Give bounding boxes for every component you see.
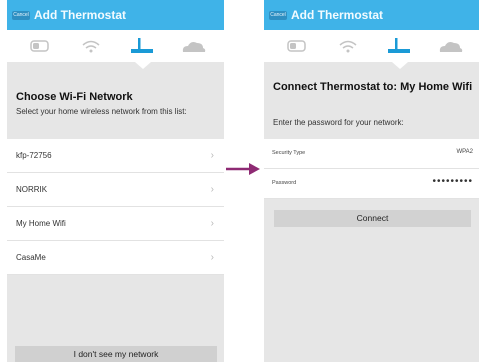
security-type-value: WPA2 xyxy=(456,149,473,155)
wifi-credentials-form: Security Type WPA2 Password ••••••••• xyxy=(264,139,479,199)
wifi-icon xyxy=(333,37,363,55)
thermostat-icon xyxy=(282,37,312,55)
app-header: Cancel Add Thermostat xyxy=(7,0,224,30)
network-item[interactable]: My Home Wifi › xyxy=(7,207,224,241)
network-name: kfp-72756 xyxy=(16,151,52,160)
section-title: Connect Thermostat to: My Home Wifi xyxy=(273,81,473,93)
chevron-right-icon: › xyxy=(210,150,214,161)
wifi-icon xyxy=(76,37,106,55)
page-title: Add Thermostat xyxy=(291,8,384,22)
security-type-row[interactable]: Security Type WPA2 xyxy=(264,139,479,169)
network-name: My Home Wifi xyxy=(16,219,66,228)
arrow-right-icon xyxy=(226,163,260,175)
network-list: kfp-72756 › NORRIK › My Home Wifi › Casa… xyxy=(7,139,224,275)
network-item[interactable]: CasaMe › xyxy=(7,241,224,275)
section-title: Choose Wi-Fi Network xyxy=(16,91,133,103)
router-icon xyxy=(384,37,414,55)
cancel-button[interactable]: Cancel xyxy=(12,11,30,20)
page-title: Add Thermostat xyxy=(34,8,127,22)
cloud-icon xyxy=(435,37,465,55)
section-instructions: Select your home wireless network from t… xyxy=(16,107,187,116)
wifi-network-screen: Cancel Add Thermostat Choose Wi-Fi Netwo… xyxy=(7,0,224,362)
setup-step-bar xyxy=(7,30,224,62)
network-name: CasaMe xyxy=(16,253,46,262)
router-icon xyxy=(127,37,157,55)
setup-step-bar xyxy=(264,30,479,62)
section-instructions: Enter the password for your network: xyxy=(273,118,404,127)
cloud-icon xyxy=(178,37,208,55)
chevron-right-icon: › xyxy=(210,252,214,263)
active-step-pointer xyxy=(135,62,151,69)
password-label: Password xyxy=(272,180,297,186)
network-item[interactable]: kfp-72756 › xyxy=(7,139,224,173)
network-not-listed-button[interactable]: I don't see my network xyxy=(15,346,217,362)
cancel-button[interactable]: Cancel xyxy=(269,11,287,20)
thermostat-icon xyxy=(25,37,55,55)
password-row[interactable]: Password ••••••••• xyxy=(264,169,479,199)
password-field[interactable]: ••••••••• xyxy=(432,176,473,187)
chevron-right-icon: › xyxy=(210,184,214,195)
app-header: Cancel Add Thermostat xyxy=(264,0,479,30)
wifi-password-screen: Cancel Add Thermostat Connect Thermostat… xyxy=(264,0,479,362)
network-name: NORRIK xyxy=(16,185,48,194)
active-step-pointer xyxy=(392,62,408,69)
network-item[interactable]: NORRIK › xyxy=(7,173,224,207)
connect-button[interactable]: Connect xyxy=(274,210,471,227)
security-type-label: Security Type xyxy=(272,150,306,156)
chevron-right-icon: › xyxy=(210,218,214,229)
